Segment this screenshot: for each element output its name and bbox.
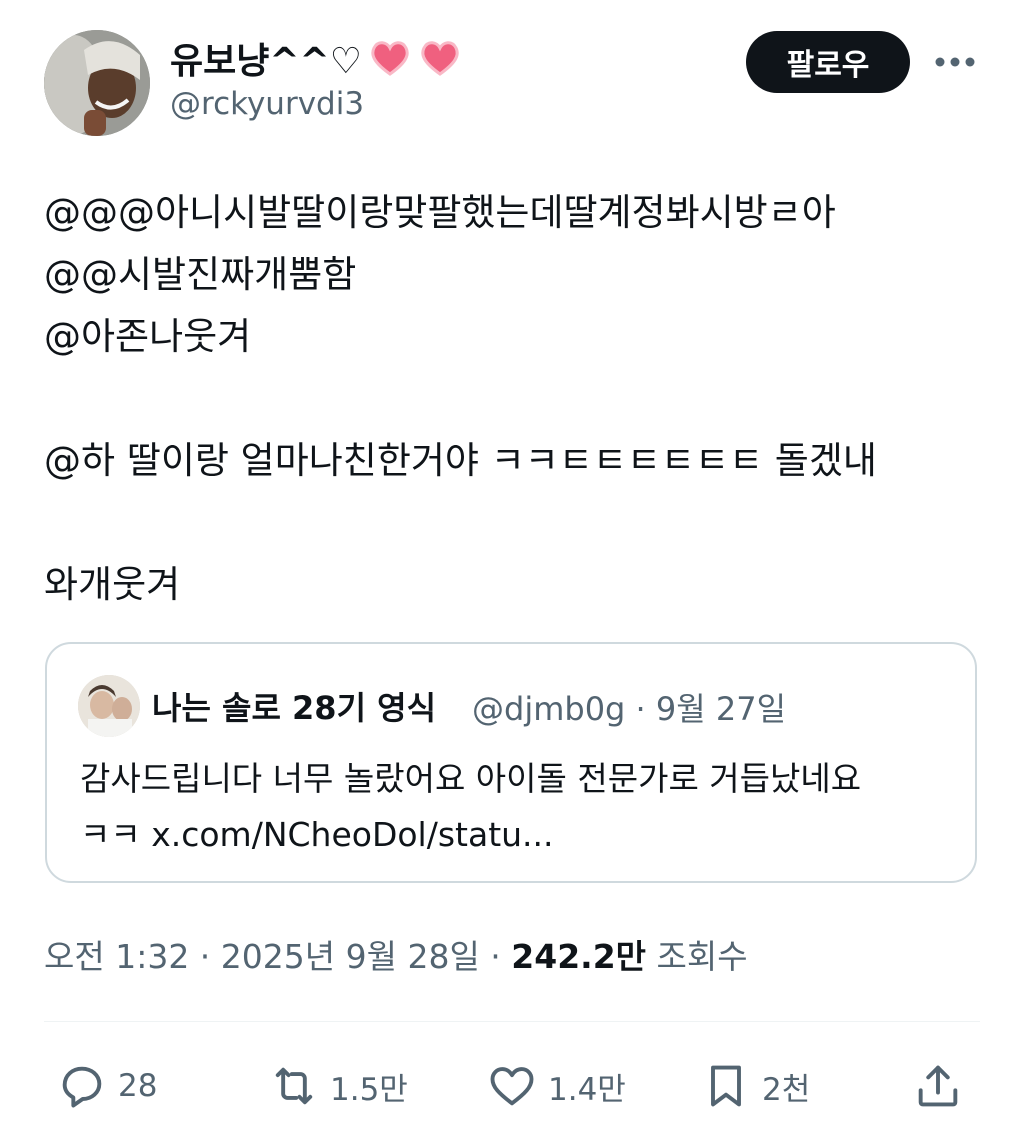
heart-icon <box>371 41 409 76</box>
tweet-meta: 오전 1:32 · 2025년 9월 28일 · 242.2만 조회수 <box>44 930 748 978</box>
display-name[interactable]: 유보냥^^♡ <box>170 34 462 82</box>
tweet-text-line: @아존나웃겨 <box>44 315 252 358</box>
reply-icon <box>62 1066 102 1108</box>
view-count: 242.2만 <box>511 937 647 976</box>
follow-button[interactable]: 팔로우 <box>746 31 910 93</box>
timestamp[interactable]: 오전 1:32 · 2025년 9월 28일 · <box>44 937 511 976</box>
tweet-text-line: @@@아니시발딸이랑맞팔했는데딸계정봐시방ㄹ아 <box>44 191 836 234</box>
reply-count: 28 <box>118 1068 158 1104</box>
quote-avatar[interactable] <box>78 675 140 737</box>
handle[interactable]: @rckyurvdi3 <box>170 86 364 122</box>
quote-text-line: ㅋㅋ x.com/NCheoDol/statu... <box>80 815 554 854</box>
quote-meta: @djmb0g · 9월 27일 <box>472 690 787 728</box>
bookmark-icon <box>711 1065 741 1107</box>
display-name-text: 유보냥^^♡ <box>170 41 362 82</box>
retweet-button[interactable]: 1.5만 <box>268 1058 408 1114</box>
bookmark-count: 2천 <box>762 1071 811 1108</box>
like-count: 1.4만 <box>548 1071 626 1108</box>
share-button[interactable] <box>912 1058 964 1114</box>
tweet-text-line: @@시발진짜개뿜함 <box>44 253 357 296</box>
bookmark-button[interactable]: 2천 <box>700 1058 810 1114</box>
avatar[interactable] <box>44 30 150 136</box>
views-label: 조회수 <box>646 937 748 976</box>
reply-button[interactable]: 28 <box>56 1058 157 1114</box>
quote-text-line: 감사드립니다 너무 놀랐어요 아이돌 전문가로 거듭났네요 <box>80 759 862 798</box>
divider <box>44 1021 980 1022</box>
more-options-icon[interactable] <box>934 50 976 74</box>
tweet-text-line: @하 딸이랑 얼마나친한거야 ㅋㅋㅌㅌㅌㅌㅌㅌ 돌겠내 <box>44 439 877 482</box>
heart-outline-icon <box>490 1067 534 1106</box>
avatar-photo <box>44 30 150 136</box>
retweet-icon <box>275 1067 313 1105</box>
retweet-count: 1.5만 <box>330 1071 408 1108</box>
heart-icon <box>421 41 459 76</box>
like-button[interactable]: 1.4만 <box>486 1058 626 1114</box>
quote-author-name[interactable]: 나는 솔로 28기 영식 <box>152 683 436 729</box>
quote-avatar-photo <box>78 675 140 737</box>
tweet-text-line: 와개웃겨 <box>44 563 181 606</box>
share-icon <box>918 1065 958 1107</box>
